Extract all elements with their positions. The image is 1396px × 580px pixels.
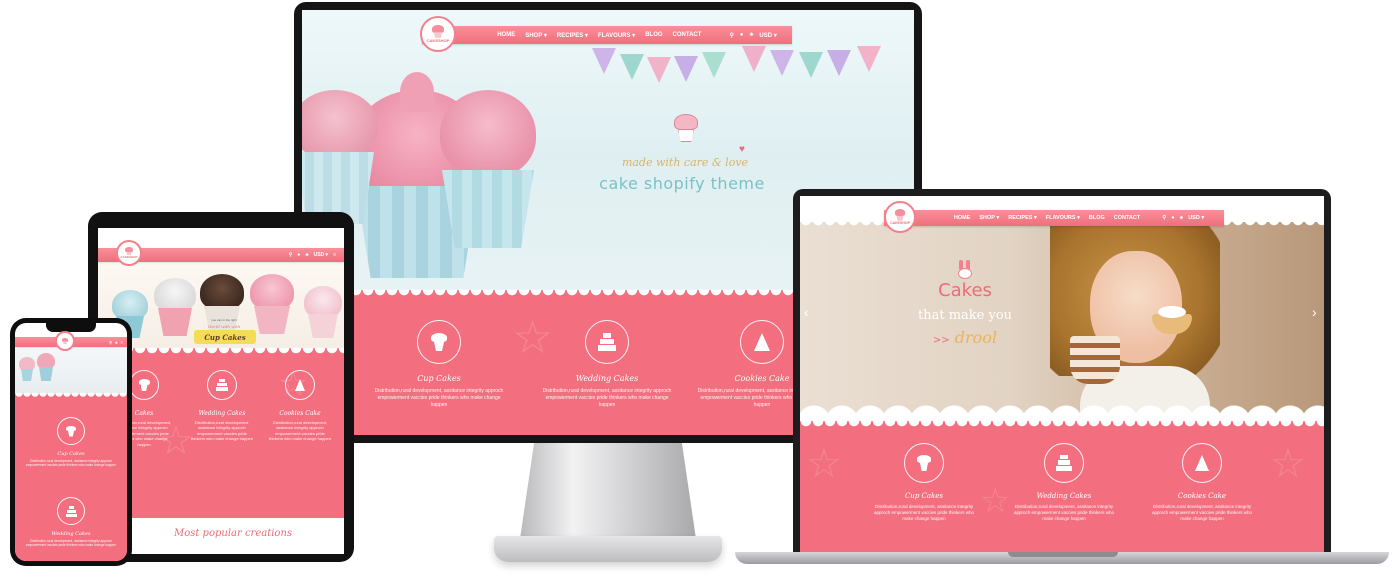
- laptop-hero-line2: that make you: [917, 308, 1013, 323]
- phone-feature-cup-cakes: Cup Cakes Distribution,rural development…: [21, 417, 121, 468]
- feature-wedding-cakes: Wedding Cakes Distribution,rural develop…: [542, 320, 672, 408]
- hero-cupcake-icon: [672, 114, 700, 144]
- hero-cupcake-back: [432, 80, 542, 250]
- cupcake-icon: [129, 370, 159, 400]
- cloud-border: [800, 396, 1324, 421]
- party-hat-icon: [740, 320, 784, 364]
- cart-icon[interactable]: ♣: [1180, 215, 1184, 221]
- logo-cupcake-icon: [61, 337, 69, 344]
- wedding-cake-icon: [1044, 443, 1084, 483]
- tablet-screen: ⚲ ● ♣ USD ▾ ≡ CAKESHOP you can in the ri…: [98, 228, 344, 554]
- woman-photo: [1040, 226, 1270, 421]
- cart-icon[interactable]: ♣: [115, 340, 118, 345]
- menu-icon[interactable]: ≡: [121, 340, 123, 345]
- tablet-features-section: ☆ ☆ Cakes Distribution,rural development…: [98, 348, 344, 518]
- party-hat-icon: [1182, 443, 1222, 483]
- hero-tagline: made with care & love: [621, 156, 749, 169]
- tablet-hero-title-badge: Cup Cakes: [194, 330, 256, 344]
- phone-screen: ⚲ ♣ ≡ Cup Cakes Distribution,rural devel…: [15, 323, 127, 561]
- laptop-features-section: ☆ ☆ ☆ Cup Cakes Distribution,rural devel…: [800, 421, 1324, 552]
- scallop-border: [98, 348, 344, 358]
- laptop-mockup: Cakes that make you >> drool ‹ › HOME SH…: [793, 189, 1331, 554]
- nav-blog[interactable]: BLOG: [645, 32, 662, 38]
- star-decoration: ☆: [806, 442, 842, 486]
- feature-wedding-cakes: Wedding Cakes Distribution,rural develop…: [1008, 443, 1120, 522]
- search-icon[interactable]: ⚲: [289, 252, 293, 258]
- cakeshop-logo[interactable]: [55, 331, 75, 351]
- logo-cupcake-icon: [124, 246, 134, 256]
- laptop-base-notch: [1008, 552, 1118, 557]
- laptop-hero-line1: Cakes: [938, 280, 992, 301]
- search-icon[interactable]: ⚲: [1162, 215, 1166, 221]
- nav-recipes[interactable]: RECIPES ▾: [1008, 215, 1036, 221]
- nav-shop[interactable]: SHOP ▾: [525, 32, 547, 39]
- tablet-feature-cookies-cake: Cookies Cake Distribution,rural developm…: [268, 370, 332, 442]
- tablet-hero-banner: you can in the right World with with Cup…: [98, 264, 344, 348]
- wedding-cake-icon: [57, 497, 85, 525]
- cakeshop-logo[interactable]: CAKESHOP: [420, 16, 456, 52]
- nav-blog[interactable]: BLOG: [1089, 215, 1105, 221]
- feature-cup-cakes: Cup Cakes Distribution,rural development…: [374, 320, 504, 408]
- monitor-stand-base: [494, 536, 722, 562]
- nav-home[interactable]: HOME: [497, 32, 515, 38]
- wedding-cake-icon: [585, 320, 629, 364]
- monitor-nav-ribbon: HOME SHOP ▾ RECIPES ▾ FLAVOURS ▾ BLOG CO…: [422, 26, 792, 44]
- nav-home[interactable]: HOME: [954, 215, 971, 221]
- menu-icon[interactable]: ≡: [333, 252, 336, 258]
- cart-icon[interactable]: ♣: [749, 32, 753, 38]
- user-icon[interactable]: ●: [297, 252, 300, 258]
- phone-features-section: Cup Cakes Distribution,rural development…: [15, 393, 127, 561]
- party-hat-icon: [285, 370, 315, 400]
- user-icon[interactable]: ●: [740, 32, 744, 38]
- bunny-icon: [956, 260, 974, 280]
- tablet-hero-script: World with with: [207, 324, 241, 329]
- tablet-hero-small-text: you can in the right: [211, 318, 237, 322]
- cupcake-icon: [57, 417, 85, 445]
- hero-title: cake shopify theme: [599, 174, 765, 193]
- phone-mockup: ⚲ ♣ ≡ Cup Cakes Distribution,rural devel…: [10, 318, 132, 566]
- scallop-border: [15, 393, 127, 399]
- laptop-hero-line3: >> drool: [932, 328, 998, 347]
- cupcake-icon: [904, 443, 944, 483]
- laptop-nav-ribbon: HOME SHOP ▾ RECIPES ▾ FLAVOURS ▾ BLOG CO…: [884, 210, 1224, 226]
- nav-contact[interactable]: CONTACT: [1114, 215, 1140, 221]
- phone-feature-wedding-cakes: Wedding Cakes Distribution,rural develop…: [21, 497, 121, 548]
- tablet-section-heading: Most popular creations: [173, 528, 293, 539]
- star-decoration: ☆: [980, 482, 1011, 520]
- currency-select[interactable]: USD ▾: [1188, 215, 1204, 221]
- cakeshop-logo[interactable]: CAKESHOP: [884, 201, 916, 233]
- nav-flavours[interactable]: FLAVOURS ▾: [598, 32, 635, 39]
- monitor-stand-neck: [520, 443, 696, 539]
- phone-notch: [46, 323, 96, 332]
- hero-heart-icon: ♥: [739, 144, 745, 155]
- logo-cupcake-icon: [431, 25, 446, 38]
- currency-select[interactable]: USD ▾: [314, 252, 328, 258]
- coffee-cup: [1070, 336, 1120, 384]
- scallop-border: [800, 421, 1324, 431]
- tablet-feature-wedding-cakes: Wedding Cakes Distribution,rural develop…: [190, 370, 254, 442]
- user-icon[interactable]: ●: [1171, 215, 1174, 221]
- cakeshop-logo[interactable]: CAKESHOP: [116, 240, 142, 266]
- logo-cupcake-icon: [894, 209, 907, 220]
- phone-hero-banner: [15, 349, 127, 393]
- slider-prev-arrow[interactable]: ‹: [804, 304, 809, 320]
- slider-next-arrow[interactable]: ›: [1312, 304, 1317, 320]
- search-icon[interactable]: ⚲: [109, 340, 112, 345]
- wedding-cake-icon: [207, 370, 237, 400]
- laptop-hero-banner: Cakes that make you >> drool ‹ ›: [800, 196, 1324, 421]
- cart-icon[interactable]: ♣: [305, 252, 308, 258]
- currency-select[interactable]: USD ▾: [759, 32, 776, 39]
- feature-cup-cakes: Cup Cakes Distribution,rural development…: [868, 443, 980, 522]
- star-decoration: ☆: [1270, 442, 1306, 486]
- nav-contact[interactable]: CONTACT: [673, 32, 702, 38]
- nav-flavours[interactable]: FLAVOURS ▾: [1046, 215, 1080, 221]
- laptop-screen: Cakes that make you >> drool ‹ › HOME SH…: [800, 196, 1324, 552]
- search-icon[interactable]: ⚲: [729, 32, 733, 39]
- nav-recipes[interactable]: RECIPES ▾: [557, 32, 588, 39]
- hero-cupcake-left: [302, 90, 382, 230]
- feature-cookies-cake: Cookies Cake Distribution,rural developm…: [1146, 443, 1258, 522]
- nav-shop[interactable]: SHOP ▾: [979, 215, 999, 221]
- cupcake-icon: [417, 320, 461, 364]
